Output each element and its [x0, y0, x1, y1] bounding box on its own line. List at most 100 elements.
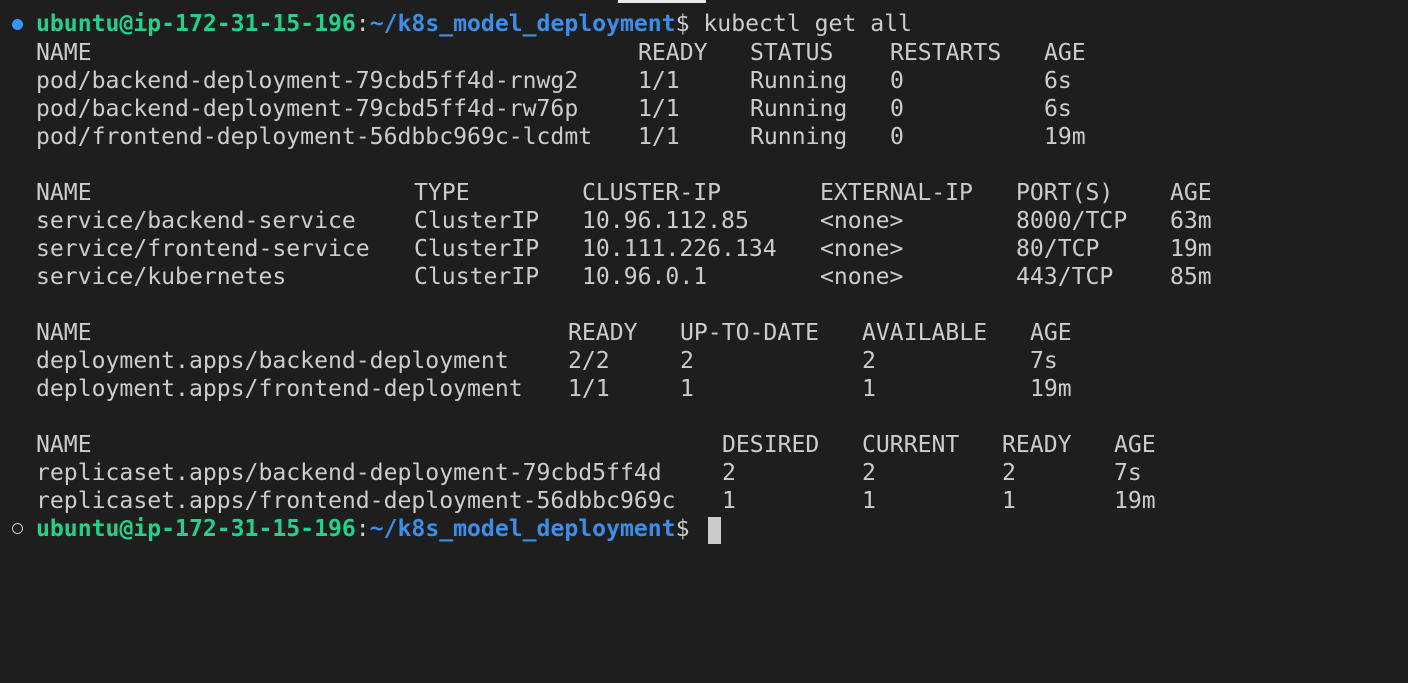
deployment-ready: 1/1 [568, 376, 610, 402]
pod-name: pod/frontend-deployment-56dbbc969c-lcdmt [36, 124, 593, 150]
replicaset-age: 19m [1114, 488, 1156, 514]
services-header-name: NAME [36, 180, 92, 206]
replicasets-header-current: CURRENT [862, 432, 960, 458]
pods-header-name: NAME [36, 40, 92, 66]
service-name: service/backend-service [36, 208, 356, 234]
pod-age: 6s [1044, 96, 1072, 122]
pods-header-status: STATUS [750, 40, 834, 66]
pod-ready: 1/1 [638, 124, 680, 150]
replicasets-header-desired: DESIRED [722, 432, 820, 458]
deployment-row: deployment.apps/backend-deployment 2/2 2… [36, 347, 1058, 375]
command-pending-dot-icon[interactable] [12, 523, 23, 534]
service-external-ip: <none> [820, 236, 904, 262]
service-age: 19m [1170, 236, 1212, 262]
deployment-row: deployment.apps/frontend-deployment 1/1 … [36, 375, 1072, 403]
deployments-header-ready: READY [568, 320, 638, 346]
service-name: service/frontend-service [36, 236, 370, 262]
services-header-age: AGE [1170, 180, 1212, 206]
deployment-up-to-date: 1 [680, 376, 694, 402]
service-ports: 443/TCP [1016, 264, 1114, 290]
replicasets-header-name: NAME [36, 432, 92, 458]
replicaset-row: replicaset.apps/backend-deployment-79cbd… [36, 459, 1142, 487]
pod-status: Running [750, 124, 848, 150]
pod-row: pod/backend-deployment-79cbd5ff4d-rnwg2 … [36, 67, 1072, 95]
deployments-header-age: AGE [1030, 320, 1072, 346]
service-ports: 80/TCP [1016, 236, 1100, 262]
prompt-line-command: ubuntu@ip-172-31-15-196:~/k8s_model_depl… [36, 10, 912, 38]
pod-status: Running [750, 96, 848, 122]
services-header-cluster-ip: CLUSTER-IP [582, 180, 722, 206]
replicaset-current: 2 [862, 460, 876, 486]
replicasets-header-row: NAME DESIRED CURRENT READY AGE [36, 431, 1156, 459]
deployment-age: 7s [1030, 348, 1058, 374]
replicaset-row: replicaset.apps/frontend-deployment-56db… [36, 487, 1156, 515]
replicaset-name: replicaset.apps/backend-deployment-79cbd… [36, 460, 662, 486]
replicaset-desired: 1 [722, 488, 736, 514]
deployments-header-name: NAME [36, 320, 92, 346]
deployment-name: deployment.apps/backend-deployment [36, 348, 509, 374]
active-tab-indicator [618, 0, 706, 3]
service-type: ClusterIP [414, 208, 540, 234]
pod-name: pod/backend-deployment-79cbd5ff4d-rw76p [36, 96, 579, 122]
prompt-colon: : [355, 11, 370, 37]
deployment-age: 19m [1030, 376, 1072, 402]
replicaset-ready: 2 [1002, 460, 1016, 486]
command-success-dot-icon[interactable] [12, 19, 23, 30]
pods-header-ready: READY [638, 40, 708, 66]
deployments-header-up-to-date: UP-TO-DATE [680, 320, 820, 346]
service-row: service/kubernetes ClusterIP 10.96.0.1 <… [36, 263, 1212, 291]
replicasets-header-ready: READY [1002, 432, 1072, 458]
service-cluster-ip: 10.96.112.85 [582, 208, 749, 234]
prompt-colon: : [355, 516, 370, 542]
services-header-type: TYPE [414, 180, 470, 206]
service-type: ClusterIP [414, 264, 540, 290]
prompt-dollar: $ [675, 11, 690, 37]
pod-name: pod/backend-deployment-79cbd5ff4d-rnwg2 [36, 68, 579, 94]
pods-header-row: NAME READY STATUS RESTARTS AGE [36, 39, 1086, 67]
replicaset-ready: 1 [1002, 488, 1016, 514]
pods-header-restarts: RESTARTS [890, 40, 1002, 66]
prompt-user-host: ubuntu@ip-172-31-15-196 [36, 516, 356, 542]
terminal-panel[interactable]: ubuntu@ip-172-31-15-196:~/k8s_model_depl… [0, 0, 1408, 586]
service-cluster-ip: 10.96.0.1 [582, 264, 708, 290]
pod-restarts: 0 [890, 124, 904, 150]
deployments-header-row: NAME READY UP-TO-DATE AVAILABLE AGE [36, 319, 1072, 347]
service-row: service/backend-service ClusterIP 10.96.… [36, 207, 1212, 235]
pod-row: pod/frontend-deployment-56dbbc969c-lcdmt… [36, 123, 1086, 151]
command-text: kubectl get all [689, 11, 912, 37]
pod-restarts: 0 [890, 68, 904, 94]
services-header-external-ip: EXTERNAL-IP [820, 180, 973, 206]
services-header-ports: PORT(S) [1016, 180, 1114, 206]
pods-header-age: AGE [1044, 40, 1086, 66]
pod-row: pod/backend-deployment-79cbd5ff4d-rw76p … [36, 95, 1072, 123]
replicaset-age: 7s [1114, 460, 1142, 486]
service-name: service/kubernetes [36, 264, 287, 290]
pod-ready: 1/1 [638, 96, 680, 122]
replicasets-header-age: AGE [1114, 432, 1156, 458]
replicaset-current: 1 [862, 488, 876, 514]
services-header-row: NAME TYPE CLUSTER-IP EXTERNAL-IP PORT(S)… [36, 179, 1212, 207]
pod-status: Running [750, 68, 848, 94]
service-type: ClusterIP [414, 236, 540, 262]
service-external-ip: <none> [820, 264, 904, 290]
text-cursor [708, 517, 721, 544]
service-row: service/frontend-service ClusterIP 10.11… [36, 235, 1212, 263]
replicaset-desired: 2 [722, 460, 736, 486]
deployment-ready: 2/2 [568, 348, 610, 374]
pod-age: 19m [1044, 124, 1086, 150]
deployment-available: 1 [862, 376, 876, 402]
deployments-header-available: AVAILABLE [862, 320, 988, 346]
replicaset-name: replicaset.apps/frontend-deployment-56db… [36, 488, 676, 514]
prompt-user-host: ubuntu@ip-172-31-15-196 [36, 11, 356, 37]
deployment-name: deployment.apps/frontend-deployment [36, 376, 523, 402]
service-age: 63m [1170, 208, 1212, 234]
prompt-path: ~/k8s_model_deployment [369, 11, 676, 37]
service-ports: 8000/TCP [1016, 208, 1128, 234]
deployment-up-to-date: 2 [680, 348, 694, 374]
pod-age: 6s [1044, 68, 1072, 94]
prompt-line-current[interactable]: ubuntu@ip-172-31-15-196:~/k8s_model_depl… [36, 515, 690, 543]
service-external-ip: <none> [820, 208, 904, 234]
pod-restarts: 0 [890, 96, 904, 122]
prompt-dollar: $ [675, 516, 690, 542]
deployment-available: 2 [862, 348, 876, 374]
